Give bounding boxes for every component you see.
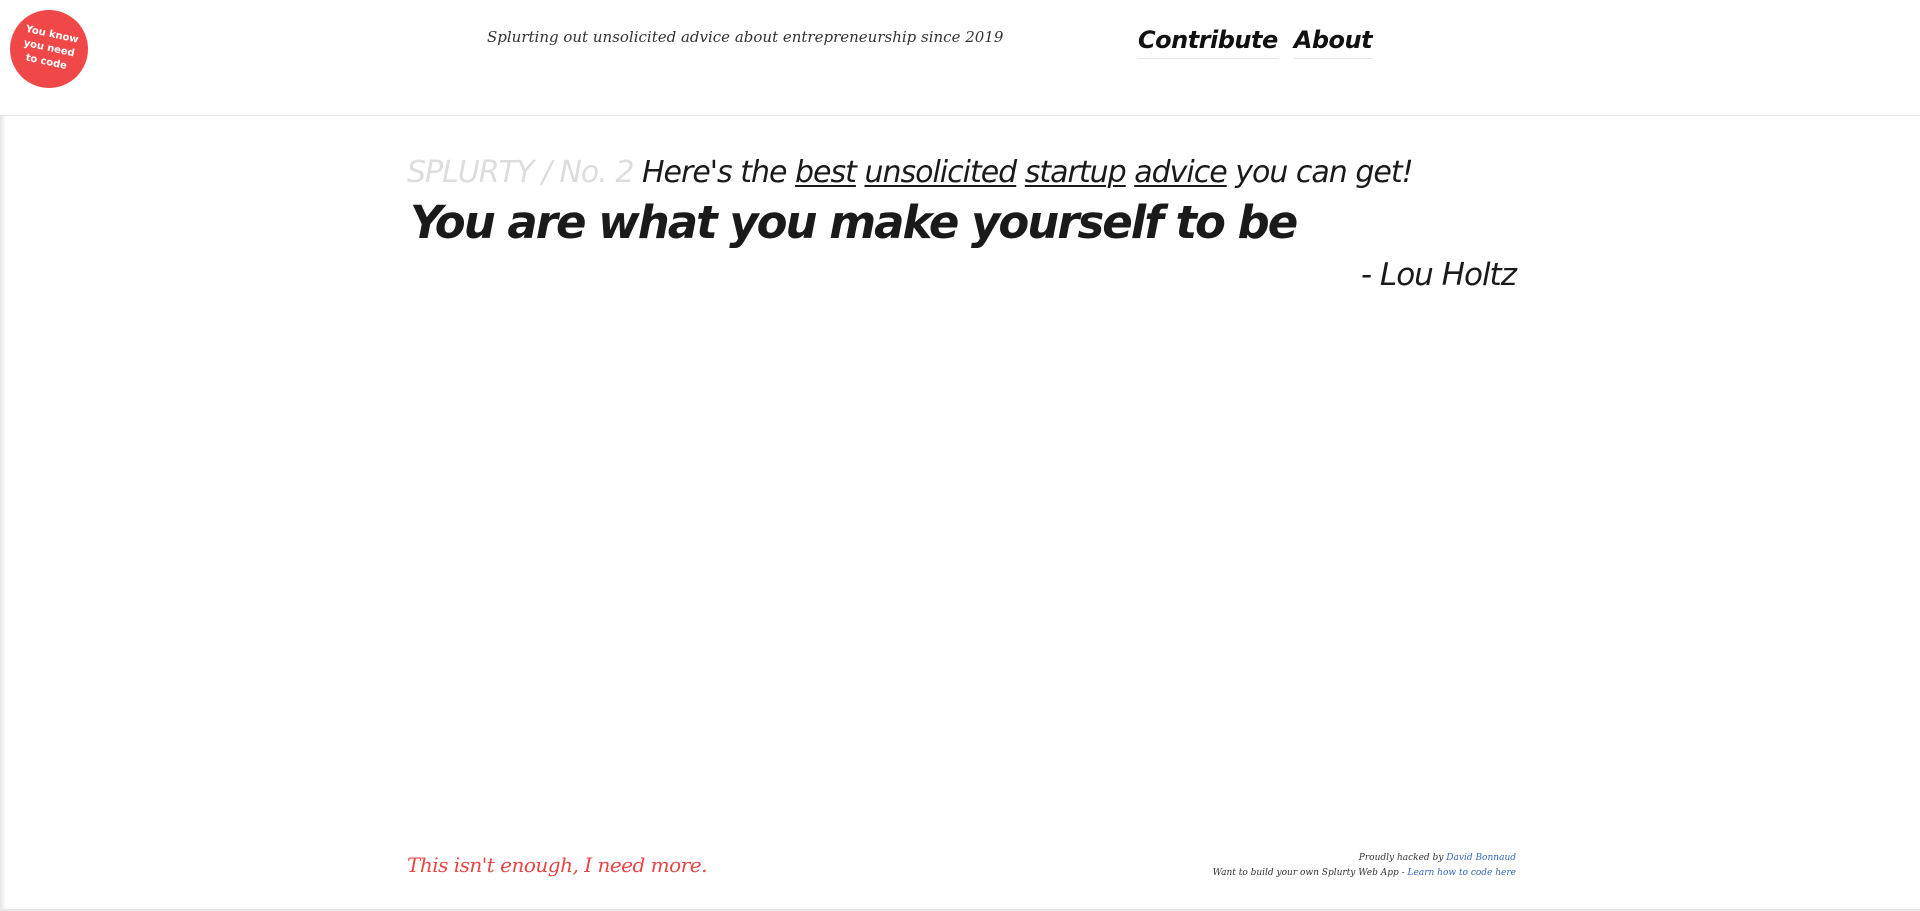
build-line: Want to build your own Splurty Web App -… bbox=[1213, 866, 1516, 881]
intro-prefix: Here's the bbox=[641, 155, 787, 190]
intro-word-startup: startup bbox=[1024, 155, 1127, 190]
more-advice-link[interactable]: This isn't enough, I need more. bbox=[407, 853, 707, 877]
nav-contribute-link[interactable]: Contribute bbox=[1138, 26, 1278, 59]
intro-suffix: you can get! bbox=[1235, 155, 1413, 190]
intro-word-best: best bbox=[794, 155, 857, 190]
quote-author: - Lou Holtz bbox=[1360, 257, 1517, 293]
page-headline: SPLURTY / No. 2 Here's the best unsolici… bbox=[407, 155, 1414, 190]
quote-text: You are what you make yourself to be bbox=[410, 196, 1298, 249]
learn-to-code-link[interactable]: Learn how to code here bbox=[1408, 868, 1516, 878]
intro-word-unsolicited: unsolicited bbox=[864, 155, 1017, 190]
issue-label: SPLURTY / No. 2 bbox=[407, 155, 634, 190]
site-tagline: Splurting out unsolicited advice about e… bbox=[487, 28, 1004, 46]
left-edge-shadow bbox=[0, 115, 6, 911]
nav-about-link[interactable]: About bbox=[1293, 26, 1373, 59]
code-badge[interactable]: You know you need to code bbox=[10, 10, 88, 88]
code-badge-text: You know you need to code bbox=[22, 23, 80, 72]
build-prefix: Want to build your own Splurty Web App - bbox=[1212, 868, 1405, 878]
author-link[interactable]: David Bonnaud bbox=[1446, 853, 1516, 863]
credit-line: Proudly hacked by David Bonnaud bbox=[1213, 851, 1516, 866]
credit-prefix: Proudly hacked by bbox=[1358, 853, 1444, 863]
footer-credits: Proudly hacked by David Bonnaud Want to … bbox=[1213, 851, 1516, 881]
header-divider bbox=[0, 115, 1920, 116]
main-nav: Contribute About bbox=[1138, 26, 1373, 59]
intro-word-advice: advice bbox=[1134, 155, 1227, 190]
